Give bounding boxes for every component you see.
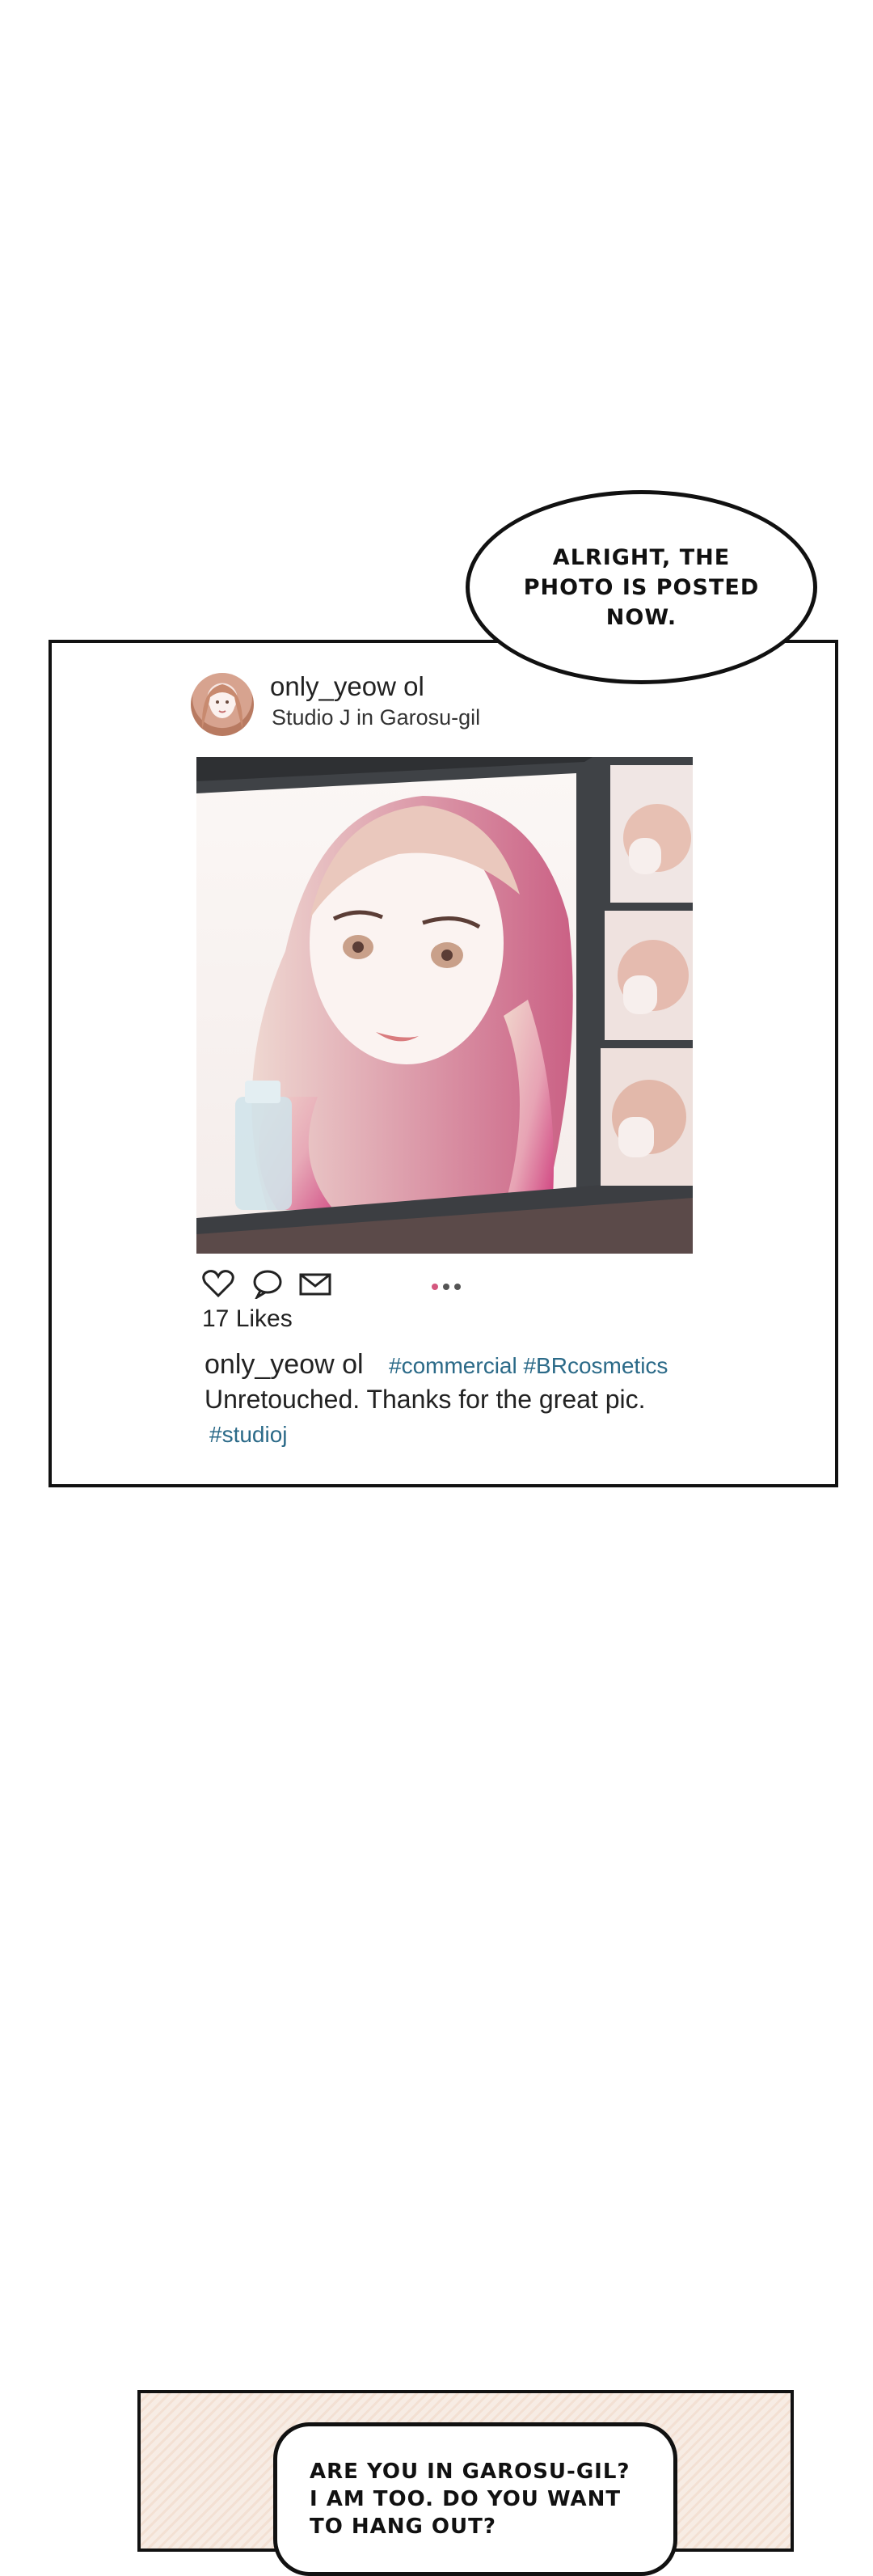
speech-bubble-top: ALRIGHT, THE PHOTO IS POSTED NOW. <box>466 490 817 684</box>
speech-bubble-bottom: ARE YOU IN GAROSU-GIL? I AM TOO. DO YOU … <box>273 2422 677 2576</box>
comment-icon[interactable] <box>252 1270 283 1303</box>
caption-hashtag[interactable]: #studioj <box>209 1422 288 1448</box>
bubble-line: NOW. <box>605 604 677 630</box>
post-actions-bar <box>202 1270 703 1302</box>
post-username[interactable]: only_yeow ol <box>270 671 424 702</box>
carousel-dot[interactable] <box>432 1284 438 1290</box>
bubble-line: ALRIGHT, THE <box>552 544 731 570</box>
bubble-line: PHOTO IS POSTED <box>523 574 760 600</box>
carousel-dot[interactable] <box>443 1284 449 1290</box>
post-photo[interactable] <box>196 757 693 1254</box>
post-location[interactable]: Studio J in Garosu-gil <box>272 705 480 730</box>
like-count[interactable]: 17 Likes <box>202 1305 293 1333</box>
caption-username[interactable]: only_yeow ol <box>205 1349 364 1381</box>
heart-icon[interactable] <box>202 1270 234 1301</box>
carousel-indicator[interactable] <box>432 1280 466 1294</box>
bubble-line: ARE YOU IN GAROSU-GIL? <box>310 2460 630 2484</box>
carousel-dot[interactable] <box>454 1284 461 1290</box>
bubble-line: TO HANG OUT? <box>310 2515 496 2539</box>
caption-text: Unretouched. Thanks for the great pic. <box>205 1385 646 1414</box>
avatar[interactable] <box>191 673 254 736</box>
post-photo-illustration <box>196 757 693 1254</box>
caption-hashtags[interactable]: #commercial #BRcosmetics <box>389 1353 668 1379</box>
bubble-line: I AM TOO. DO YOU WANT <box>310 2487 622 2511</box>
send-icon[interactable] <box>299 1270 331 1301</box>
